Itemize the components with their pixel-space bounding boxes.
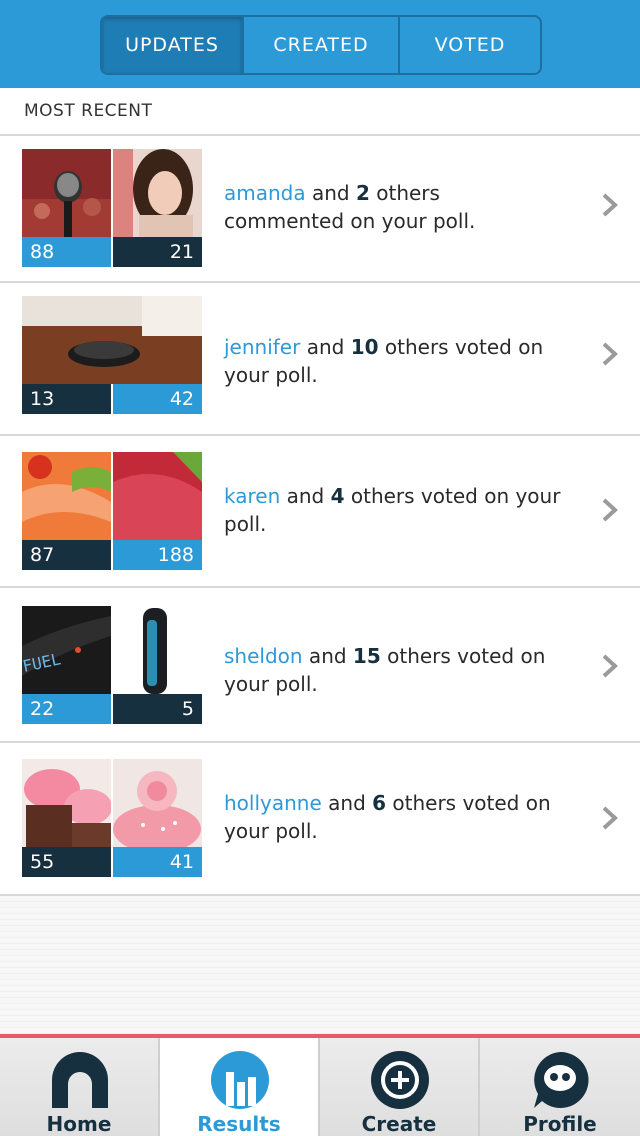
tab-voted[interactable]: VOTED [400, 17, 540, 73]
feed-item[interactable]: 55 41 hollyanne and 6 others voted on yo… [0, 743, 640, 896]
text-fragment: and [305, 181, 356, 205]
activity-text: sheldon and 15 others voted on your poll… [224, 642, 564, 698]
tab-label: Home [46, 1112, 112, 1136]
poll-option-right: 188 [113, 452, 202, 570]
poll-option-left: 87 [22, 452, 111, 570]
vote-count: 55 [22, 847, 111, 877]
poll-option-left: 88 [22, 149, 111, 267]
cupcakes-image [22, 759, 111, 847]
text-fragment: and [300, 335, 351, 359]
tab-label: Profile [523, 1112, 597, 1136]
rose-cake-image [113, 759, 202, 847]
tab-home[interactable]: Home [0, 1038, 160, 1136]
vote-count: 5 [113, 694, 202, 724]
feed-item[interactable]: FUEL 22 5 sheldon and 15 others voted on… [0, 588, 640, 743]
chat-bubble-icon [534, 1051, 589, 1108]
vote-count: 42 [113, 384, 202, 414]
bar-chart-icon [211, 1051, 269, 1109]
tab-updates[interactable]: UPDATES [102, 17, 244, 73]
empty-background [0, 896, 640, 1034]
tab-create[interactable]: Create [320, 1038, 480, 1136]
others-count: 4 [330, 484, 345, 508]
username[interactable]: amanda [224, 181, 306, 205]
chevron-right-icon [602, 498, 618, 522]
tab-label: Create [361, 1112, 437, 1136]
chevron-right-icon [602, 806, 618, 830]
plus-circle-icon [371, 1051, 429, 1109]
poll-thumbnails: 55 41 [22, 759, 202, 877]
vote-count: 88 [22, 237, 111, 267]
activity-text: amanda and 2 others commented on your po… [224, 179, 564, 235]
others-count: 6 [372, 791, 387, 815]
chevron-right-icon [602, 654, 618, 678]
fuel-band-image: FUEL [22, 606, 111, 694]
poll-option-left: 13 42 [22, 296, 202, 414]
poll-option-right: 21 [113, 149, 202, 267]
robot-vacuum-image [22, 296, 202, 384]
username[interactable]: hollyanne [224, 791, 322, 815]
vote-count: 22 [22, 694, 111, 724]
poll-option-left: 55 [22, 759, 111, 877]
vote-count: 21 [113, 237, 202, 267]
poll-option-right: 41 [113, 759, 202, 877]
microphone-image [22, 149, 111, 237]
vote-count: 13 [22, 384, 111, 414]
others-count: 2 [355, 181, 370, 205]
portrait-image [113, 149, 202, 237]
poll-thumbnails: 87 188 [22, 452, 202, 570]
bottom-tab-bar: Home Results Create Profile [0, 1034, 640, 1136]
poll-thumbnails: 88 21 [22, 149, 202, 267]
text-fragment: and [280, 484, 331, 508]
poll-option-right: 5 [113, 606, 202, 724]
poll-thumbnails: FUEL 22 5 [22, 606, 202, 724]
tuna-sashimi-image [113, 452, 202, 540]
activity-text: karen and 4 others voted on your poll. [224, 482, 564, 538]
home-arch-icon [52, 1052, 108, 1108]
tab-created[interactable]: CREATED [244, 17, 400, 73]
vote-count: 87 [22, 540, 111, 570]
others-count: 15 [352, 644, 381, 668]
clip-tracker-image [113, 606, 202, 694]
username[interactable]: jennifer [224, 335, 300, 359]
tab-label: Results [197, 1112, 281, 1136]
activity-text: hollyanne and 6 others voted on your pol… [224, 789, 564, 845]
others-count: 10 [350, 335, 379, 359]
poll-thumbnails: 13 42 [22, 296, 202, 414]
chevron-right-icon [602, 342, 618, 366]
text-fragment: and [302, 644, 353, 668]
poll-option-left: FUEL 22 [22, 606, 111, 724]
feed-item[interactable]: 87 188 karen and 4 others voted on your … [0, 436, 640, 588]
activity-text: jennifer and 10 others voted on your pol… [224, 333, 564, 389]
vote-count: 41 [113, 847, 202, 877]
feed-item[interactable]: 13 42 jennifer and 10 others voted on yo… [0, 283, 640, 436]
vote-count: 188 [113, 540, 202, 570]
segmented-control: UPDATES CREATED VOTED [100, 15, 542, 75]
chevron-right-icon [602, 193, 618, 217]
top-header: UPDATES CREATED VOTED [0, 0, 640, 88]
username[interactable]: sheldon [224, 644, 303, 668]
tab-results[interactable]: Results [160, 1038, 320, 1136]
salmon-sushi-image [22, 452, 111, 540]
text-fragment: and [321, 791, 373, 815]
feed-item[interactable]: 88 21 amanda and 2 others commented on y… [0, 136, 640, 283]
username[interactable]: karen [224, 484, 280, 508]
section-title: MOST RECENT [0, 88, 640, 136]
tab-profile[interactable]: Profile [480, 1038, 640, 1136]
